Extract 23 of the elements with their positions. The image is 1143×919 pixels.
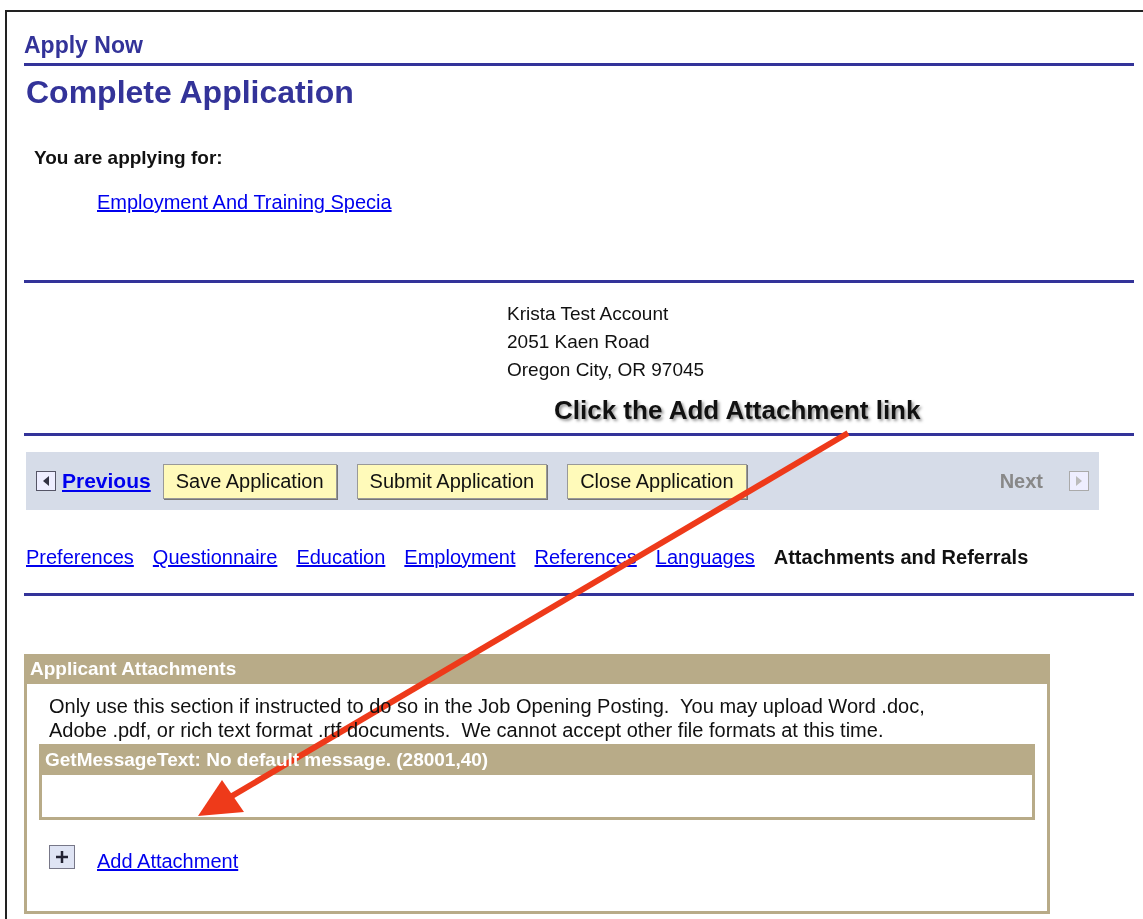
application-button[interactable]: Close Application xyxy=(567,463,747,499)
panel-header: Applicant Attachments xyxy=(27,654,1047,684)
add-icon[interactable] xyxy=(49,844,75,869)
address-line: Oregon City, OR 97045 xyxy=(507,359,706,381)
section-tab[interactable]: Employment xyxy=(404,546,516,569)
applying-label: You are applying for: xyxy=(34,147,224,169)
page-title: Complete Application xyxy=(26,74,355,111)
application-button[interactable]: Submit Application xyxy=(356,463,548,499)
instructions-text: Only use this section if instructed to do so in the Job Opening Posting. You may upload Word .doc, Adobe .pdf, or rich text format .rtf documents. We cannot accept other file formats at this time. xyxy=(49,694,926,742)
application-button[interactable]: Save Application xyxy=(162,463,337,499)
section-tab[interactable]: Preferences xyxy=(26,546,134,569)
job-link[interactable]: Employment And Training Specia xyxy=(97,191,392,214)
section-tab[interactable]: References xyxy=(534,546,637,569)
add-attachment-link[interactable]: Add Attachment xyxy=(97,850,239,873)
previous-link[interactable]: Previous xyxy=(36,469,151,493)
section-tab[interactable]: Attachments and Referrals xyxy=(773,546,1029,569)
breadcrumb-title: Apply Now xyxy=(24,32,1134,66)
address-line: Krista Test Account xyxy=(507,303,670,325)
callout-text: Click the Add Attachment link xyxy=(554,395,921,425)
section-tab[interactable]: Education xyxy=(296,546,386,569)
section-tab[interactable]: Languages xyxy=(655,546,755,569)
section-tab[interactable]: Questionnaire xyxy=(152,546,278,569)
address-line: 2051 Kaen Road xyxy=(507,331,651,353)
